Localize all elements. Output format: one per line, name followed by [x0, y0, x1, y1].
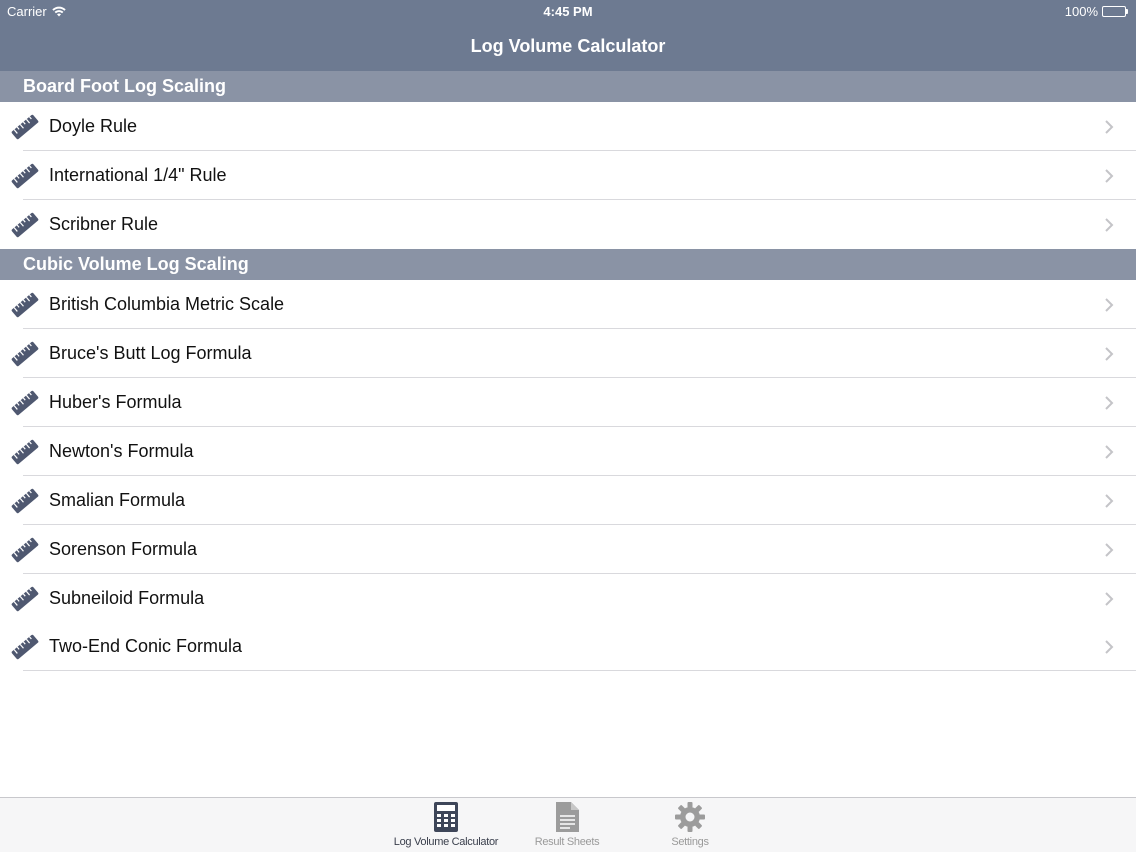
- ruler-icon: [11, 634, 39, 660]
- section-header-board-foot: Board Foot Log Scaling: [0, 71, 1136, 102]
- navigation-bar: Carrier 4:45 PM 100% Log Volume Calculat…: [0, 0, 1136, 71]
- ruler-icon: [11, 163, 39, 189]
- list-item-label: British Columbia Metric Scale: [49, 294, 285, 314]
- chevron-right-icon: [1105, 120, 1114, 134]
- list-item-sorenson-formula[interactable]: Sorenson Formula: [0, 525, 1136, 574]
- calculator-icon: [434, 802, 458, 832]
- ruler-icon: [11, 341, 39, 367]
- list-item-label: Sorenson Formula: [49, 539, 198, 559]
- list-item-international-rule[interactable]: International 1/4" Rule: [0, 151, 1136, 200]
- tab-log-volume-calculator[interactable]: Log Volume Calculator: [386, 798, 506, 852]
- chevron-right-icon: [1105, 169, 1114, 183]
- battery-label: 100%: [1064, 4, 1098, 19]
- tab-bar: Log Volume Calculator Result Sheets Sett…: [0, 797, 1136, 852]
- status-time: 4:45 PM: [543, 4, 593, 19]
- list-item-label: Subneiloid Formula: [49, 588, 205, 608]
- list-item-label: Scribner Rule: [49, 214, 159, 234]
- list-item-label: Two-End Conic Formula: [49, 636, 243, 656]
- list-item-bruces-butt-log[interactable]: Bruce's Butt Log Formula: [0, 329, 1136, 378]
- ruler-icon: [11, 114, 39, 140]
- document-icon: [556, 802, 579, 832]
- list-item-label: International 1/4" Rule: [49, 165, 227, 185]
- ruler-icon: [11, 390, 39, 416]
- tab-label: Result Sheets: [534, 836, 600, 848]
- ruler-icon: [11, 439, 39, 465]
- tab-label: Log Volume Calculator: [393, 836, 499, 848]
- ruler-icon: [11, 537, 39, 563]
- chevron-right-icon: [1105, 592, 1114, 606]
- list-item-label: Newton's Formula: [49, 441, 194, 461]
- list-item-hubers-formula[interactable]: Huber's Formula: [0, 378, 1136, 427]
- chevron-right-icon: [1105, 218, 1114, 232]
- battery-icon: [1102, 6, 1128, 17]
- tab-label: Settings: [671, 836, 709, 848]
- list-item-newtons-formula[interactable]: Newton's Formula: [0, 427, 1136, 476]
- list-item-british-columbia[interactable]: British Columbia Metric Scale: [0, 280, 1136, 329]
- page-title: Log Volume Calculator: [470, 36, 666, 56]
- tab-result-sheets[interactable]: Result Sheets: [507, 798, 627, 852]
- section-header-cubic-volume: Cubic Volume Log Scaling: [0, 249, 1136, 280]
- status-bar: Carrier 4:45 PM 100%: [0, 0, 1136, 24]
- ruler-icon: [11, 586, 39, 612]
- list-item-label: Bruce's Butt Log Formula: [49, 343, 252, 363]
- chevron-right-icon: [1105, 640, 1114, 654]
- list-item-two-end-conic-formula[interactable]: Two-End Conic Formula: [0, 622, 1136, 671]
- chevron-right-icon: [1105, 445, 1114, 459]
- ruler-icon: [11, 488, 39, 514]
- list-item-label: Huber's Formula: [49, 392, 182, 412]
- chevron-right-icon: [1105, 543, 1114, 557]
- list-item-label: Smalian Formula: [49, 490, 186, 510]
- gear-icon: [675, 802, 705, 832]
- battery-indicator: 100%: [1065, 4, 1128, 19]
- chevron-right-icon: [1105, 298, 1114, 312]
- list-item-smalian-formula[interactable]: Smalian Formula: [0, 476, 1136, 525]
- list-item-scribner-rule[interactable]: Scribner Rule: [0, 200, 1136, 249]
- ruler-icon: [11, 292, 39, 318]
- list-item-label: Doyle Rule: [49, 116, 138, 136]
- list-item-doyle-rule[interactable]: Doyle Rule: [0, 102, 1136, 151]
- ruler-icon: [11, 212, 39, 238]
- chevron-right-icon: [1105, 396, 1114, 410]
- tab-settings[interactable]: Settings: [630, 798, 750, 852]
- list-item-subneiloid-formula[interactable]: Subneiloid Formula: [0, 574, 1136, 623]
- chevron-right-icon: [1105, 494, 1114, 508]
- chevron-right-icon: [1105, 347, 1114, 361]
